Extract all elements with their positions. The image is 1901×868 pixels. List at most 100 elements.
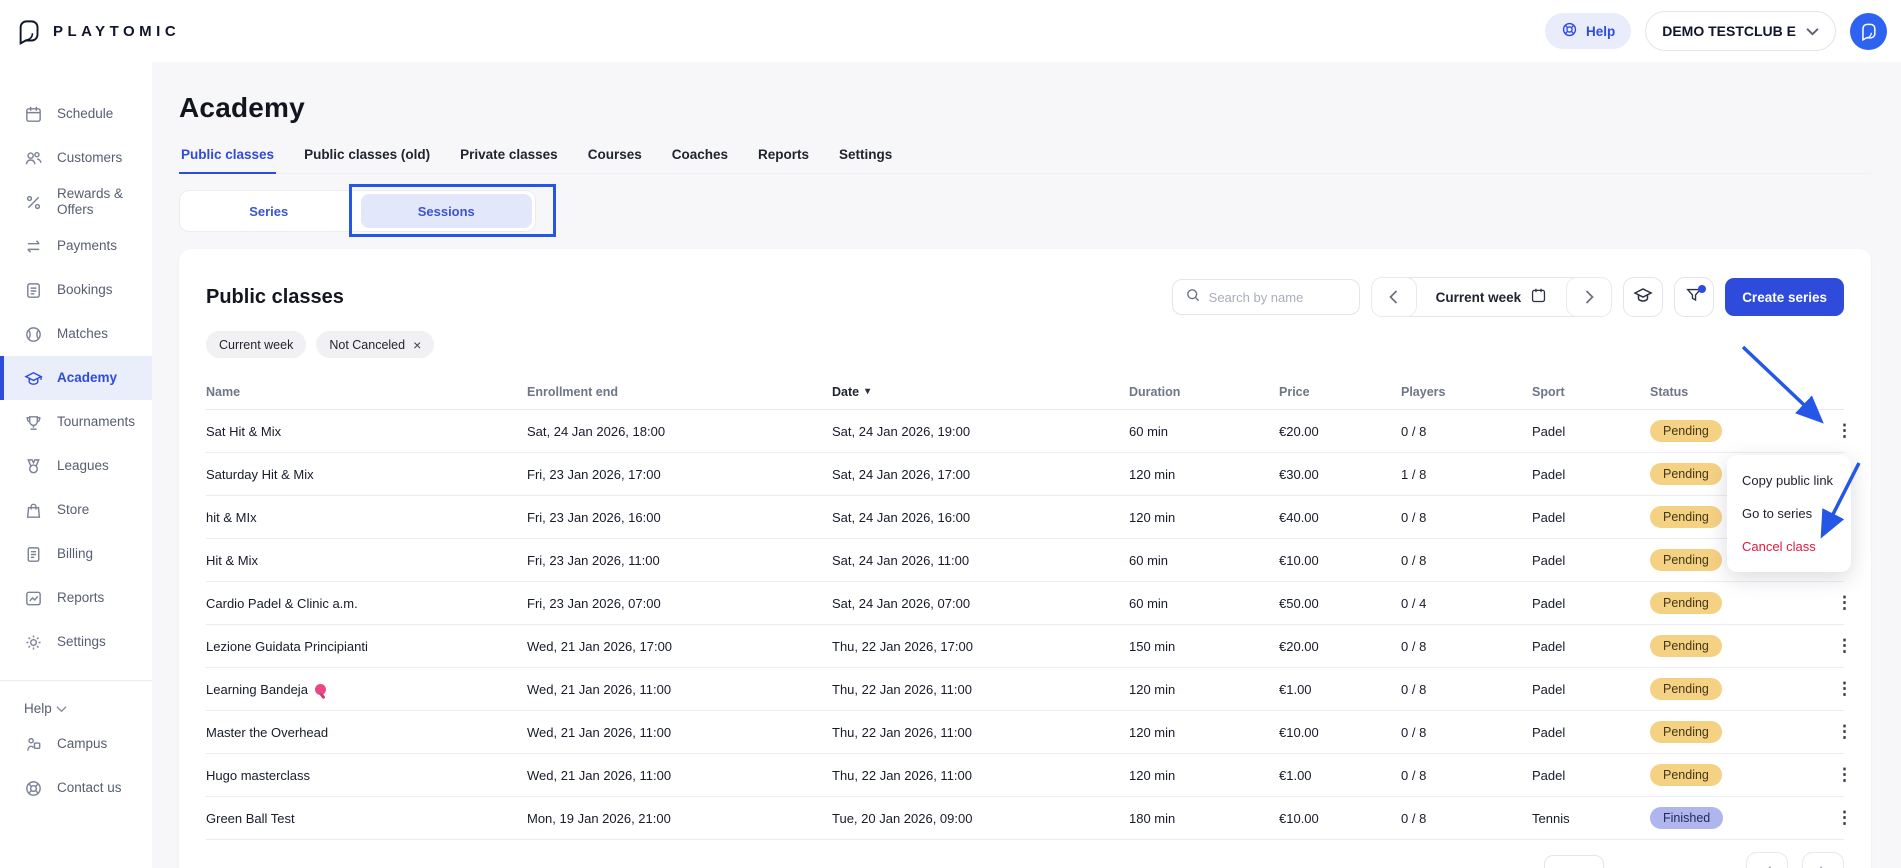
class-name: hit & MIx xyxy=(206,510,257,525)
row-actions-kebab-icon[interactable]: ⋮ xyxy=(1830,679,1859,699)
tab-reports[interactable]: Reports xyxy=(756,138,811,173)
account-avatar[interactable] xyxy=(1850,13,1887,50)
graduation-cap-icon xyxy=(24,368,44,388)
tab-public-classes[interactable]: Public classes xyxy=(179,138,276,173)
row-actions-kebab-icon[interactable]: ⋮ xyxy=(1830,765,1859,785)
table-row[interactable]: Cardio Padel & Clinic a.m. Fri, 23 Jan 2… xyxy=(206,582,1844,625)
sidebar-divider xyxy=(0,680,152,681)
players-value: 0 / 8 xyxy=(1401,639,1532,654)
row-actions-kebab-icon[interactable]: ⋮ xyxy=(1830,636,1859,656)
sport-value: Padel xyxy=(1532,768,1650,783)
table-row[interactable]: Sat Hit & Mix Sat, 24 Jan 2026, 18:00 Sa… xyxy=(206,410,1844,453)
status-badge: Pending xyxy=(1650,678,1722,700)
calendar-icon xyxy=(24,104,44,124)
tab-settings[interactable]: Settings xyxy=(837,138,894,173)
players-value: 0 / 8 xyxy=(1401,424,1532,439)
prev-page-button[interactable] xyxy=(1746,852,1788,868)
class-name: Hugo masterclass xyxy=(206,768,310,783)
price-value: €10.00 xyxy=(1279,811,1401,826)
toggle-sessions[interactable]: Sessions xyxy=(361,194,533,228)
status-badge: Pending xyxy=(1650,721,1722,743)
sidebar-item-matches[interactable]: Matches xyxy=(0,312,152,356)
sidebar-item-reports[interactable]: Reports xyxy=(0,576,152,620)
close-icon[interactable]: × xyxy=(413,338,421,352)
tab-courses[interactable]: Courses xyxy=(586,138,644,173)
table-row[interactable]: Green Ball Test Mon, 19 Jan 2026, 21:00 … xyxy=(206,797,1844,840)
graduation-cap-icon xyxy=(1633,285,1653,310)
academy-view-button[interactable] xyxy=(1623,277,1663,317)
table-row[interactable]: Lezione Guidata Principianti Wed, 21 Jan… xyxy=(206,625,1844,668)
sidebar-item-leagues[interactable]: Leagues xyxy=(0,444,152,488)
date-value: Sat, 24 Jan 2026, 19:00 xyxy=(832,424,1129,439)
campus-person-icon xyxy=(24,734,44,754)
sidebar-item-schedule[interactable]: Schedule xyxy=(0,92,152,136)
chip-current-week[interactable]: Current week xyxy=(206,331,306,358)
col-header-date[interactable]: Date ▾ xyxy=(832,385,1129,399)
sidebar-item-campus[interactable]: Campus xyxy=(0,722,152,766)
sidebar-item-tournaments[interactable]: Tournaments xyxy=(0,400,152,444)
table-row[interactable]: Saturday Hit & Mix Fri, 23 Jan 2026, 17:… xyxy=(206,453,1844,496)
tab-public-classes-old[interactable]: Public classes (old) xyxy=(302,138,432,173)
sidebar-item-store[interactable]: Store xyxy=(0,488,152,532)
menu-item-copy-public-link[interactable]: Copy public link xyxy=(1727,464,1851,497)
club-selector[interactable]: DEMO TESTCLUB E xyxy=(1645,11,1836,51)
week-picker[interactable]: Current week xyxy=(1416,278,1568,316)
next-page-button[interactable] xyxy=(1802,852,1844,868)
class-name: Cardio Padel & Clinic a.m. xyxy=(206,596,358,611)
lifebuoy-icon xyxy=(1561,21,1578,41)
sidebar-item-rewards-offers[interactable]: Rewards & Offers xyxy=(0,180,152,224)
row-context-menu: Copy public link Go to series Cancel cla… xyxy=(1727,455,1851,572)
table-row[interactable]: Learning Bandeja Wed, 21 Jan 2026, 11:00… xyxy=(206,668,1844,711)
sidebar-item-contact-us[interactable]: Contact us xyxy=(0,766,152,810)
sidebar-item-payments[interactable]: Payments xyxy=(0,224,152,268)
date-value: Sat, 24 Jan 2026, 07:00 xyxy=(832,596,1129,611)
sidebar-item-settings[interactable]: Settings xyxy=(0,620,152,664)
create-series-button[interactable]: Create series xyxy=(1725,278,1844,316)
table-row[interactable]: hit & MIx Fri, 23 Jan 2026, 16:00 Sat, 2… xyxy=(206,496,1844,539)
sidebar-item-bookings[interactable]: Bookings xyxy=(0,268,152,312)
search-input[interactable] xyxy=(1209,290,1347,305)
row-actions-kebab-icon[interactable]: ⋮ xyxy=(1830,593,1859,613)
help-button[interactable]: Help xyxy=(1545,13,1631,49)
row-actions-kebab-icon[interactable]: ⋮ xyxy=(1830,421,1859,441)
sidebar-item-academy[interactable]: Academy xyxy=(0,356,152,400)
users-icon xyxy=(24,148,44,168)
tab-private-classes[interactable]: Private classes xyxy=(458,138,560,173)
chip-not-canceled[interactable]: Not Canceled × xyxy=(316,331,434,358)
row-actions-kebab-icon[interactable]: ⋮ xyxy=(1830,808,1859,828)
row-actions-kebab-icon[interactable]: ⋮ xyxy=(1830,722,1859,742)
search-input-wrap xyxy=(1172,279,1360,315)
table-row[interactable]: Hugo masterclass Wed, 21 Jan 2026, 11:00… xyxy=(206,754,1844,797)
menu-item-cancel-class[interactable]: Cancel class xyxy=(1727,530,1851,563)
toggle-series[interactable]: Series xyxy=(183,194,355,228)
sidebar-help-toggle[interactable]: Help xyxy=(0,695,152,722)
ball-icon xyxy=(24,324,44,344)
enrollment-end-value: Wed, 21 Jan 2026, 11:00 xyxy=(527,725,832,740)
price-value: €20.00 xyxy=(1279,639,1401,654)
sidebar: Schedule Customers Rewards & Offers Paym… xyxy=(0,0,152,868)
sidebar-item-customers[interactable]: Customers xyxy=(0,136,152,180)
rows-per-page-select[interactable]: 10 xyxy=(1544,855,1604,868)
date-value: Thu, 22 Jan 2026, 11:00 xyxy=(832,768,1129,783)
enrollment-end-value: Wed, 21 Jan 2026, 17:00 xyxy=(527,639,832,654)
class-name: Learning Bandeja xyxy=(206,682,308,697)
sidebar-item-billing[interactable]: Billing xyxy=(0,532,152,576)
players-value: 0 / 8 xyxy=(1401,768,1532,783)
price-value: €30.00 xyxy=(1279,467,1401,482)
sport-value: Padel xyxy=(1532,510,1650,525)
col-header-price: Price xyxy=(1279,385,1401,399)
tab-coaches[interactable]: Coaches xyxy=(670,138,730,173)
filters-button[interactable] xyxy=(1674,277,1714,317)
price-value: €20.00 xyxy=(1279,424,1401,439)
class-name: Saturday Hit & Mix xyxy=(206,467,314,482)
enrollment-end-value: Fri, 23 Jan 2026, 07:00 xyxy=(527,596,832,611)
menu-item-go-to-series[interactable]: Go to series xyxy=(1727,497,1851,530)
table-row[interactable]: Hit & Mix Fri, 23 Jan 2026, 11:00 Sat, 2… xyxy=(206,539,1844,582)
table-row[interactable]: Master the Overhead Wed, 21 Jan 2026, 11… xyxy=(206,711,1844,754)
next-week-button[interactable] xyxy=(1566,277,1612,317)
prev-week-button[interactable] xyxy=(1371,277,1417,317)
duration-value: 60 min xyxy=(1129,553,1279,568)
duration-value: 60 min xyxy=(1129,424,1279,439)
price-value: €10.00 xyxy=(1279,553,1401,568)
status-badge: Pending xyxy=(1650,420,1722,442)
